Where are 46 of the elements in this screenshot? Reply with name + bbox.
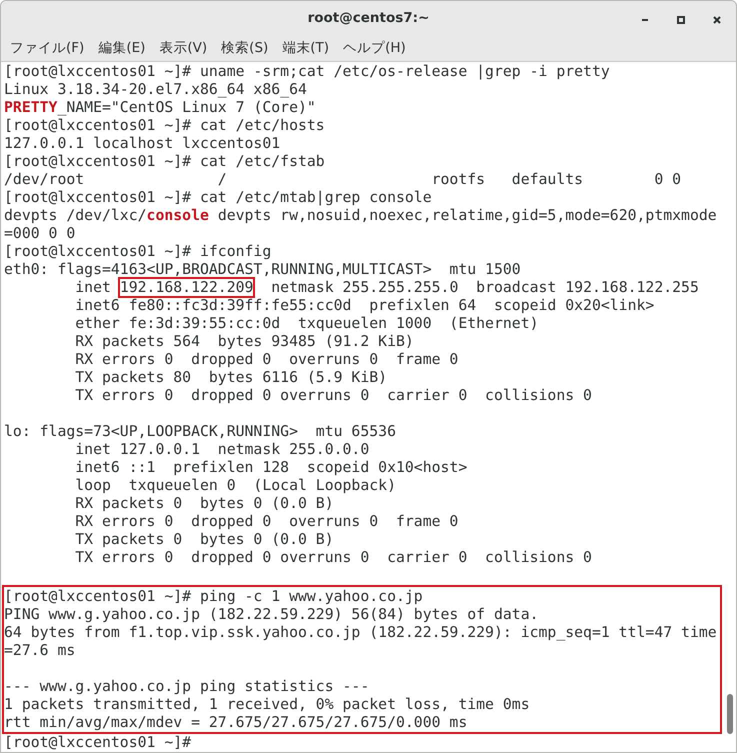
menu-item[interactable]: 表示(V) — [154, 39, 216, 58]
terminal-line: inet 192.168.122.209 netmask 255.255.255.0 broadcast 192.168.122.255 — [74, 279, 700, 297]
terminal-line: loop txqueuelen 0 (Local Loopback) — [74, 477, 397, 495]
terminal-line: [root@lxccentos01 ~]# — [4, 734, 192, 752]
terminal-line: [root@lxccentos01 ~]# cat /etc/hosts — [4, 117, 326, 135]
terminal-line: inet 127.0.0.1 netmask 255.0.0.0 — [74, 441, 370, 459]
terminal-line: 64 bytes from f1.top.vip.ssk.yahoo.co.jp (182.22.59.229): icmp_seq=1 ttl=47 time — [4, 624, 718, 642]
terminal-line: PRETTY_NAME="CentOS Linux 7 (Core)" — [4, 99, 317, 117]
terminal-line: inet6 fe80::fc3d:39ff:fe55:cc0d prefixlen 64 scopeid 0x20<link> — [74, 297, 656, 315]
terminal-line: --- www.g.yahoo.co.jp ping statistics --- — [4, 678, 370, 696]
window-title: root@centos7:~ — [308, 10, 430, 26]
menu-item[interactable]: 検索(S) — [216, 39, 278, 58]
terminal-line: RX errors 0 dropped 0 overruns 0 frame 0 — [74, 351, 460, 369]
terminal-line: PING www.g.yahoo.co.jp (182.22.59.229) 56(84) bytes of data. — [4, 606, 540, 624]
terminal-line: ether fe:3d:39:55:cc:0d txqueuelen 1000 (Ethernet) — [74, 315, 540, 333]
terminal-line: lo: flags=73<UP,LOOPBACK,RUNNING> mtu 65536 — [4, 423, 397, 441]
menu-item[interactable]: ファイル(F) — [5, 39, 94, 58]
terminal-line: /dev/root / rootfs defaults 0 0 — [4, 171, 682, 189]
terminal-line: TX packets 0 bytes 0 (0.0 B) — [74, 531, 335, 549]
terminal-line: RX packets 0 bytes 0 (0.0 B) — [74, 495, 335, 513]
terminal-line: TX errors 0 dropped 0 overruns 0 carrier 0 collisions 0 — [74, 549, 593, 567]
close-icon — [713, 16, 721, 24]
terminal-line: [root@lxccentos01 ~]# uname -srm;cat /etc/os-release |grep -i pretty — [4, 63, 611, 81]
terminal-line: eth0: flags=4163<UP,BROADCAST,RUNNING,MULTICAST> mtu 1500 — [4, 261, 522, 279]
minimize-icon — [642, 19, 648, 21]
maximize-icon — [677, 16, 685, 24]
terminal-line: [root@lxccentos01 ~]# ping -c 1 www.yahoo.co.jp — [4, 588, 424, 606]
terminal-line: [root@lxccentos01 ~]# cat /etc/mtab|grep console — [4, 189, 433, 207]
terminal-line: RX packets 564 bytes 93485 (91.2 KiB) — [74, 333, 415, 351]
terminal-line: rtt min/avg/max/mdev = 27.675/27.675/27.675/0.000 ms — [4, 714, 468, 732]
terminal-line: [root@lxccentos01 ~]# ifconfig — [4, 243, 272, 261]
menu-item[interactable]: 編集(E) — [93, 39, 154, 58]
terminal-line: RX errors 0 dropped 0 overruns 0 frame 0 — [74, 513, 460, 531]
terminal-line: 1 packets transmitted, 1 received, 0% packet loss, time 0ms — [4, 696, 531, 714]
terminal-line: TX packets 80 bytes 6116 (5.9 KiB) — [74, 369, 388, 387]
terminal-line: =000 0 0 — [4, 225, 76, 243]
terminal-line: TX errors 0 dropped 0 overruns 0 carrier 0 collisions 0 — [74, 387, 593, 405]
terminal-line: inet6 ::1 prefixlen 128 scopeid 0x10<host> — [74, 459, 468, 477]
menu-item[interactable]: 端末(T) — [277, 39, 338, 58]
terminal-line: [root@lxccentos01 ~]# cat /etc/fstab — [4, 153, 326, 171]
terminal-line: 127.0.0.1 localhost lxccentos01 — [4, 135, 282, 153]
scrollbar-thumb[interactable] — [727, 694, 733, 734]
terminal-line: devpts /dev/lxc/console devpts rw,nosuid,noexec,relatime,gid=5,mode=620,ptmxmode — [4, 207, 718, 225]
terminal-line: =27.6 ms — [4, 642, 76, 660]
terminal-line: Linux 3.18.34-20.el7.x86_64 x86_64 — [4, 81, 308, 99]
menu-item[interactable]: ヘルプ(H) — [338, 39, 415, 58]
